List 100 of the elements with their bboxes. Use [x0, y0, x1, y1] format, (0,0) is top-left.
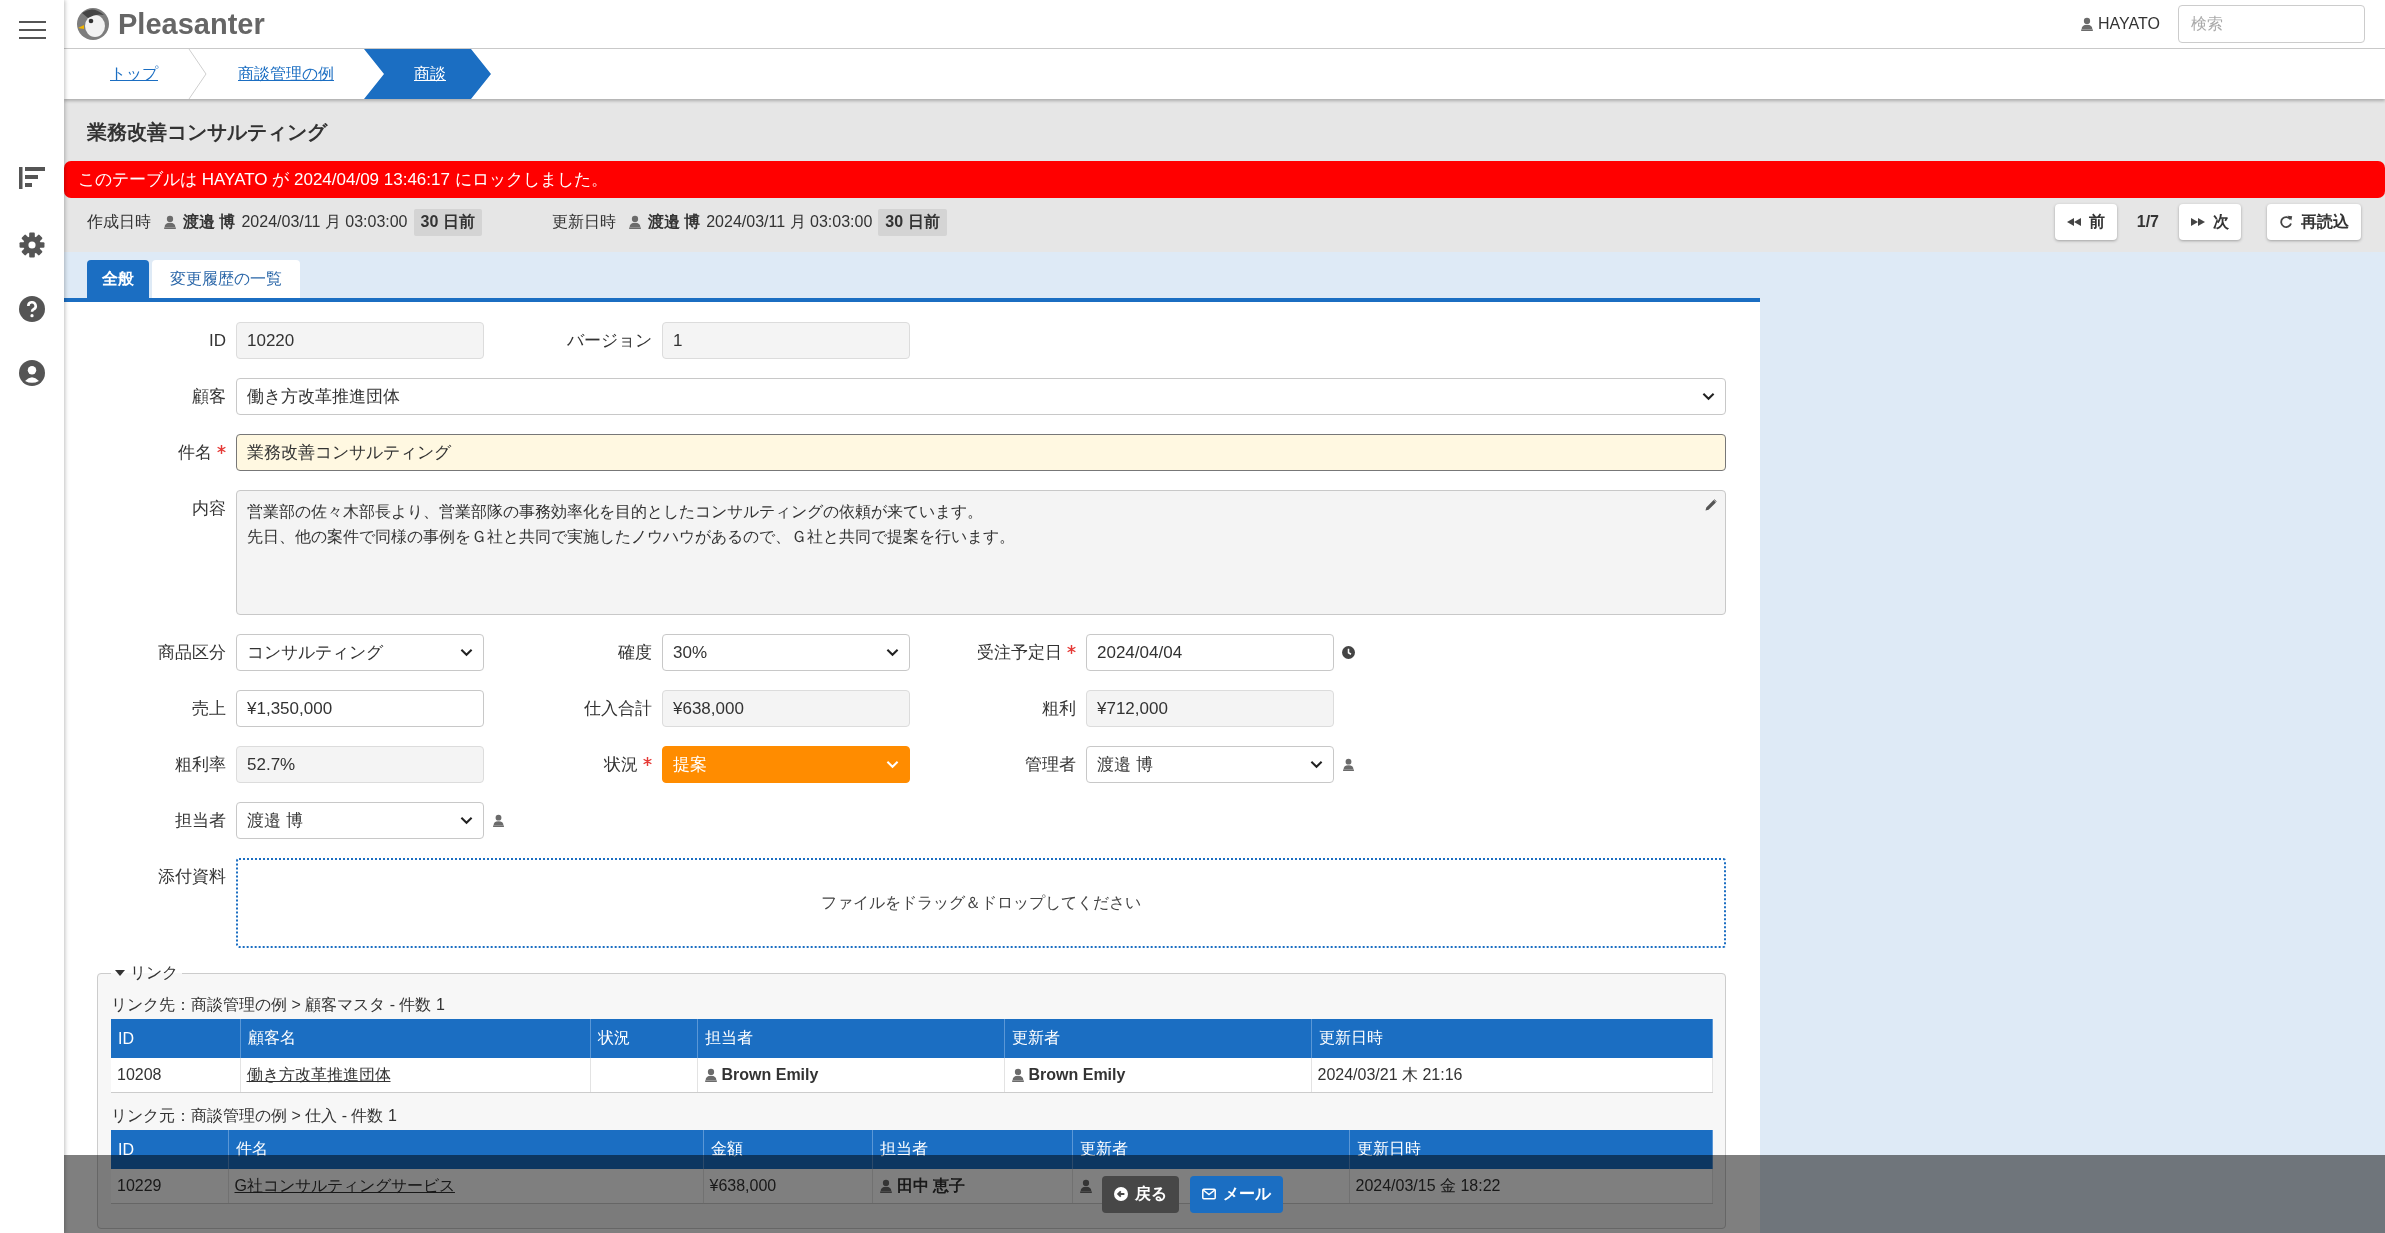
refresh-icon — [2279, 215, 2293, 229]
bird-icon — [76, 7, 110, 41]
column-header[interactable]: 更新日時 — [1311, 1019, 1712, 1058]
help-icon[interactable] — [19, 296, 45, 322]
record-link[interactable]: 働き方改革推進団体 — [246, 1065, 391, 1083]
field-label: 粗利 — [1042, 698, 1076, 720]
user-icon[interactable] — [19, 360, 45, 386]
clock-icon[interactable] — [1342, 646, 1355, 659]
column-header[interactable]: ID — [111, 1019, 240, 1058]
chevron-down-icon — [1702, 392, 1715, 401]
user-icon — [163, 215, 177, 229]
column-header[interactable]: ID — [111, 1130, 228, 1169]
user-name: Brown Emily — [721, 1066, 819, 1084]
rewind-icon — [2066, 218, 2081, 226]
info-label: 更新日時 — [551, 211, 616, 232]
breadcrumb-link[interactable]: 商談 — [364, 49, 491, 99]
mail-icon — [1202, 1187, 1216, 1201]
info-label: 作成日時 — [87, 211, 151, 232]
chevron-down-icon — [886, 760, 899, 769]
age-badge: 30 日前 — [878, 208, 947, 236]
column-header[interactable]: 更新日時 — [1349, 1130, 1712, 1169]
logo-text: Pleasanter — [118, 7, 265, 41]
table-cell: 10229 — [111, 1169, 228, 1204]
dropdown[interactable]: コンサルティング — [236, 634, 484, 671]
read-only-field: 52.7% — [236, 746, 484, 783]
field-label: ID — [209, 330, 226, 351]
toolbar-button[interactable]: メール — [1190, 1175, 1283, 1213]
table-cell: ¥638,000 — [703, 1169, 872, 1204]
tab[interactable]: 変更履歴の一覧 — [152, 260, 300, 298]
timestamp: 2024/03/11 月 03:03:00 — [706, 211, 873, 232]
field-label: 仕入合計 — [584, 698, 652, 720]
column-header[interactable]: 担当者 — [697, 1019, 1004, 1058]
user-icon — [1342, 758, 1355, 771]
user-icon — [878, 1179, 893, 1193]
field-label: 添付資料 — [158, 866, 226, 888]
dropdown[interactable]: 渡邉 博 — [1086, 746, 1334, 783]
field-label: 管理者 — [1025, 754, 1076, 776]
previous-button[interactable]: 前 — [2054, 204, 2117, 240]
field-label: 売上 — [192, 698, 226, 720]
fast-forward-icon — [2191, 218, 2205, 226]
page-title: 業務改善コンサルティング — [87, 120, 327, 145]
field-label: 件名 — [178, 442, 212, 464]
list-icon[interactable] — [19, 167, 45, 189]
chevron-down-icon — [886, 648, 899, 657]
dropdown[interactable]: 30% — [662, 634, 910, 671]
back-icon — [1114, 1187, 1128, 1201]
field-label: 担当者 — [175, 810, 226, 832]
column-header[interactable]: 更新者 — [1072, 1130, 1349, 1169]
read-only-field: 1 — [662, 322, 910, 359]
field-label: 状況 — [604, 754, 638, 776]
field-label: 商品区分 — [158, 642, 226, 664]
column-header[interactable]: 顧客名 — [240, 1019, 590, 1058]
date-field[interactable]: 2024/04/04 — [1086, 634, 1334, 671]
column-header[interactable]: 件名 — [228, 1130, 703, 1169]
dropdown[interactable]: 渡邉 博 — [236, 802, 484, 839]
record-link[interactable]: G社コンサルティングサービス — [234, 1176, 455, 1194]
caret-down-icon[interactable] — [115, 970, 125, 976]
column-header[interactable]: 更新者 — [1004, 1019, 1311, 1058]
pencil-icon[interactable] — [1705, 499, 1717, 511]
file-drop-zone[interactable]: ファイルをドラッグ＆ドロップしてください — [236, 858, 1726, 948]
chevron-down-icon — [460, 648, 473, 657]
timestamp: 2024/03/11 月 03:03:00 — [241, 211, 408, 232]
breadcrumb-link[interactable]: 商談管理の例 — [208, 49, 364, 99]
user-icon — [2080, 17, 2095, 31]
lock-banner: このテーブルは HAYATO が 2024/04/09 13:46:17 にロックしました。 — [64, 161, 2385, 198]
settings-icon[interactable] — [19, 232, 45, 258]
read-only-field: 10220 — [236, 322, 484, 359]
field-label: 受注予定日 — [977, 642, 1062, 664]
field-label: 顧客 — [192, 386, 226, 408]
user-name: 渡邉 博 — [183, 211, 236, 232]
breadcrumb-link[interactable]: トップ — [80, 49, 188, 99]
user-icon — [627, 215, 642, 229]
field-label: 確度 — [618, 642, 652, 664]
table-caption: リンク先：商談管理の例 > 顧客マスタ - 件数 1 — [111, 995, 446, 1015]
user-name: Brown Emily — [1028, 1066, 1126, 1084]
user-name[interactable]: HAYATO — [2098, 15, 2160, 33]
next-button[interactable]: 次 — [2179, 204, 2241, 240]
input-field[interactable]: 業務改善コンサルティング — [236, 434, 1726, 471]
text-area[interactable]: 営業部の佐々木部長より、営業部隊の事務効率化を目的としたコンサルティングの依頼が来ています。 先日、他の案件で同様の事例をＧ社と共同で実施したノウハウがあるので、Ｇ社と共同で提案を行います。 — [236, 490, 1726, 615]
page-position: 1/7 — [2136, 213, 2159, 231]
chevron-down-icon — [460, 816, 473, 825]
field-label: 内容 — [192, 498, 226, 520]
column-header[interactable]: 担当者 — [872, 1130, 1072, 1169]
field-label: バージョン — [567, 330, 652, 352]
user-name: 渡邉 博 — [647, 211, 701, 232]
input-field[interactable]: ¥1,350,000 — [236, 690, 484, 727]
dropdown[interactable]: 働き方改革推進団体 — [236, 378, 1726, 415]
read-only-field: ¥638,000 — [662, 690, 910, 727]
user-icon — [492, 814, 505, 827]
toolbar-button[interactable]: 戻る — [1102, 1175, 1179, 1213]
section-title[interactable]: リンク — [130, 961, 178, 985]
column-header[interactable]: 状況 — [590, 1019, 697, 1058]
read-only-field: ¥712,000 — [1086, 690, 1334, 727]
table-cell: 2024/03/15 金 18:22 — [1349, 1169, 1712, 1204]
tab[interactable]: 全般 — [87, 260, 149, 298]
field-label: 粗利率 — [175, 754, 226, 776]
reload-button[interactable]: 再読込 — [2267, 204, 2361, 240]
column-header[interactable]: 金額 — [703, 1130, 872, 1169]
menu-icon[interactable] — [18, 21, 46, 39]
user-icon — [703, 1068, 718, 1082]
